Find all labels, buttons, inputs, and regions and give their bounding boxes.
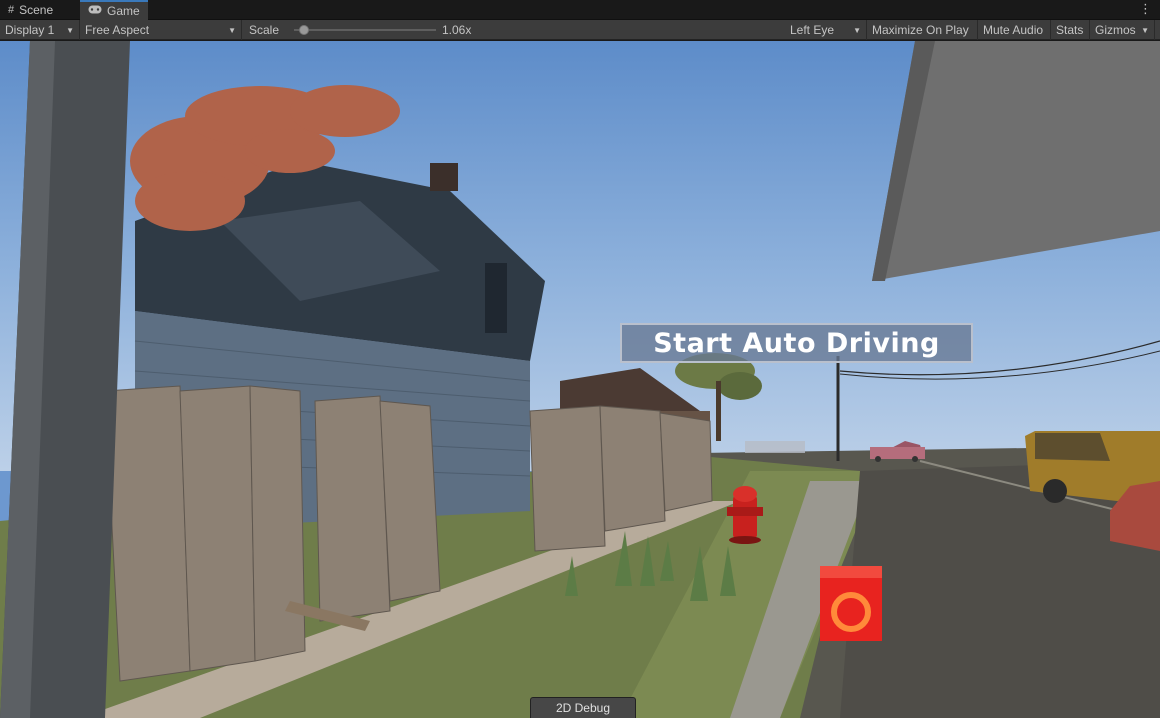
aspect-dropdown[interactable]: Free Aspect ▼ [80,20,242,40]
game-toolbar: Display 1 ▼ Free Aspect ▼ Scale 1.06x Le… [0,20,1160,40]
distant-fence [745,441,805,453]
scale-slider-track[interactable] [294,29,436,31]
mute-label: Mute Audio [983,23,1044,37]
2d-debug-button[interactable]: 2D Debug [530,697,636,718]
red-marker-box [820,566,882,641]
display-label: Display 1 [5,23,55,37]
mute-audio-toggle[interactable]: Mute Audio [978,20,1051,40]
maximize-label: Maximize On Play [872,23,969,37]
tab-game-label: Game [107,4,140,18]
gamepad-icon [88,5,102,17]
chimney [430,163,458,191]
gizmos-dropdown[interactable]: Gizmos ▼ [1090,20,1155,40]
tab-scene-label: Scene [19,3,54,17]
tab-scene[interactable]: # Scene [0,0,61,20]
display-dropdown[interactable]: Display 1 ▼ [0,20,80,40]
stats-label: Stats [1056,23,1084,37]
chevron-down-icon: ▼ [228,25,236,35]
game-scene-render [0,41,1160,718]
start-auto-driving-button[interactable]: Start Auto Driving [620,323,973,363]
scale-label: Scale [249,23,280,37]
scale-value: 1.06x [442,23,472,37]
chevron-down-icon: ▼ [853,25,861,35]
chevron-down-icon: ▼ [66,25,74,35]
stats-toggle[interactable]: Stats [1051,20,1090,40]
maximize-on-play-toggle[interactable]: Maximize On Play [867,20,978,40]
eye-label: Left Eye [790,23,835,37]
scale-slider-thumb[interactable] [298,25,309,35]
eye-dropdown[interactable]: Left Eye ▼ [785,20,867,40]
grid-icon: # [8,4,15,16]
game-viewport[interactable]: Start Auto Driving 2D Debug [0,41,1160,718]
house-window [485,263,507,333]
tab-game[interactable]: Game [80,0,148,20]
more-options-icon[interactable]: ⋮ [1139,1,1152,17]
editor-tab-bar: # Scene Game ⋮ [0,0,1160,20]
gizmos-label: Gizmos [1095,23,1136,37]
chevron-down-icon: ▼ [1141,25,1149,35]
aspect-label: Free Aspect [85,23,150,37]
